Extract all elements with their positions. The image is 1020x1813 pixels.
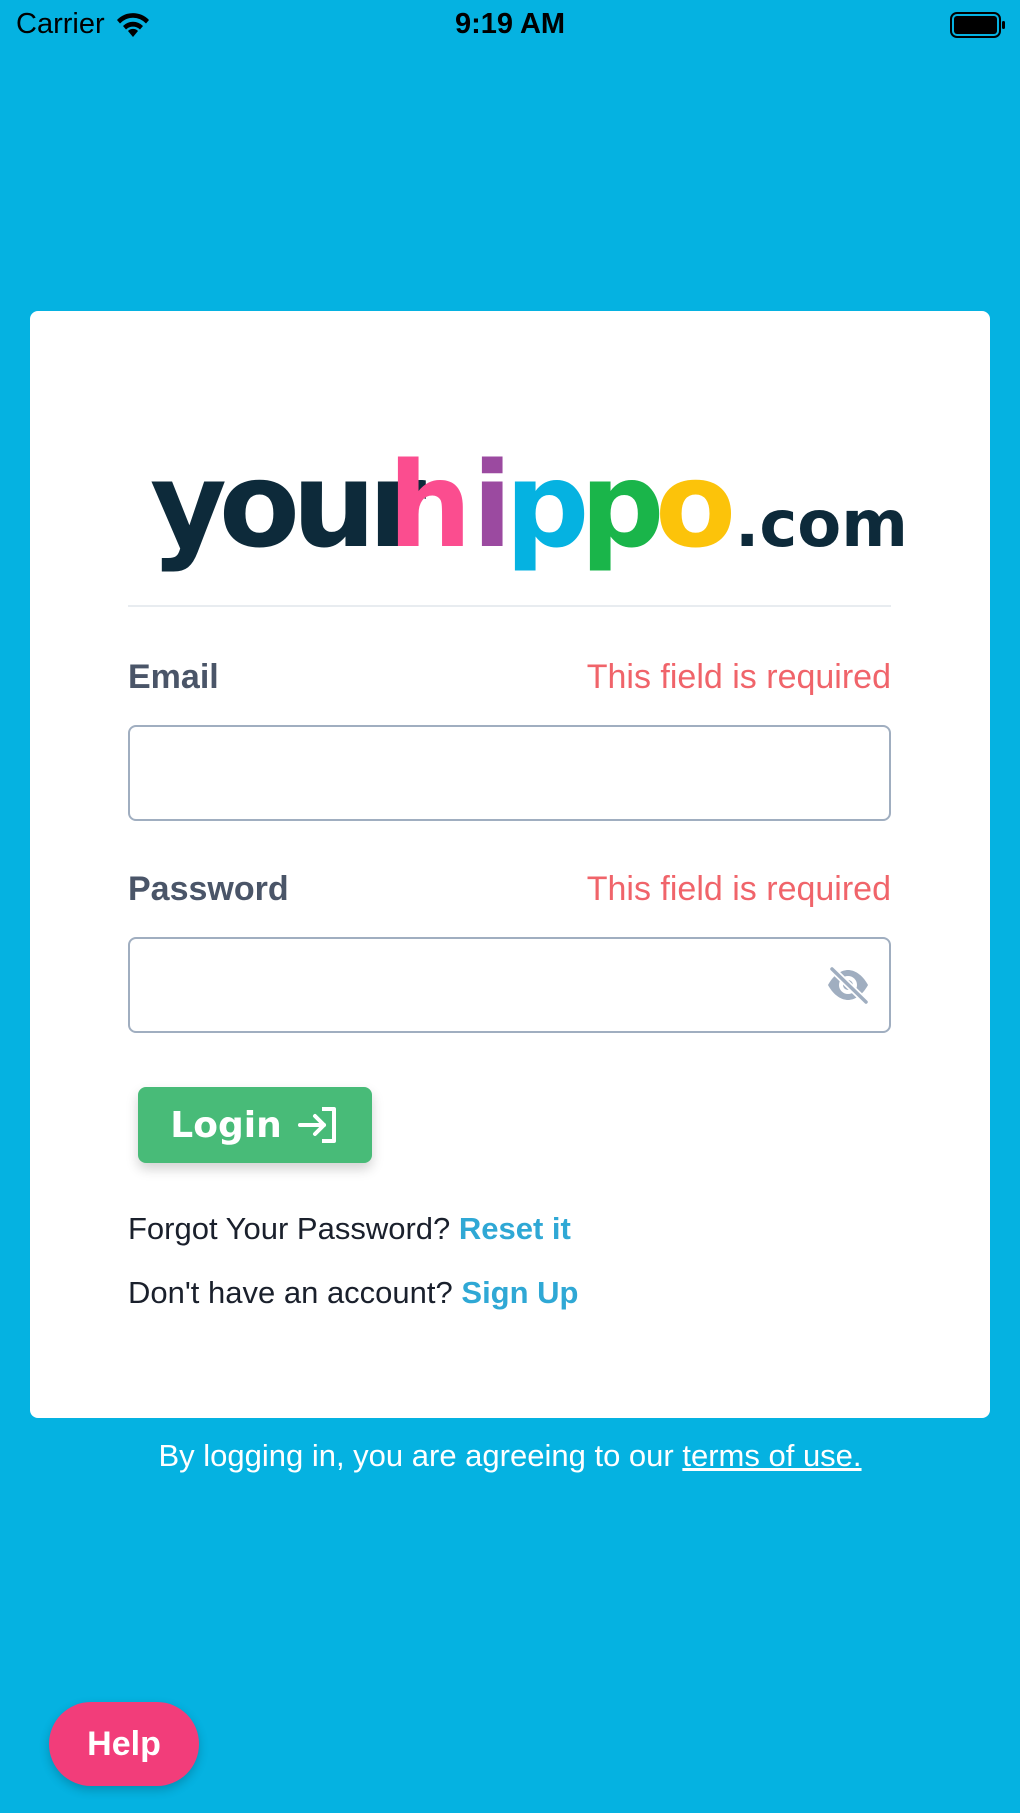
battery-icon <box>950 12 1005 38</box>
login-card: your h i p p o .com Email This field is … <box>30 311 990 1418</box>
help-button-label: Help <box>87 1724 161 1763</box>
signup-line: Don't have an account? Sign Up <box>128 1275 579 1311</box>
yourhippo-logo: your h i p p o .com <box>150 436 908 574</box>
login-button-label: Login <box>170 1104 282 1146</box>
forgot-password-line: Forgot Your Password? Reset it <box>128 1211 571 1247</box>
email-field[interactable] <box>128 725 891 821</box>
logo-h: h <box>388 436 472 574</box>
signup-link[interactable]: Sign Up <box>461 1275 578 1310</box>
logo-o: o <box>655 436 736 574</box>
email-label: Email <box>128 657 219 696</box>
email-error: This field is required <box>586 657 891 696</box>
logo-p1: p <box>505 436 589 574</box>
forgot-password-text: Forgot Your Password? <box>128 1211 451 1246</box>
login-screen: Carrier 9:19 AM your h i p p o .com Emai… <box>0 0 1020 1813</box>
login-button[interactable]: Login <box>138 1087 372 1163</box>
terms-of-use-link[interactable]: terms of use. <box>682 1438 861 1473</box>
eye-slash-icon[interactable] <box>824 965 872 1005</box>
logo-divider <box>128 605 891 607</box>
logo-p2: p <box>580 436 664 574</box>
clock: 9:19 AM <box>454 8 566 40</box>
password-label: Password <box>128 869 289 908</box>
help-button[interactable]: Help <box>49 1702 199 1786</box>
email-label-row: Email This field is required <box>128 655 891 699</box>
terms-notice: By logging in, you are agreeing to our t… <box>0 1438 1020 1474</box>
reset-password-link[interactable]: Reset it <box>459 1211 571 1246</box>
logo-your: your <box>150 436 426 574</box>
sign-in-icon <box>297 1107 336 1143</box>
password-error: This field is required <box>586 869 891 908</box>
status-bar: Carrier 9:19 AM <box>0 0 1020 52</box>
password-label-row: Password This field is required <box>128 867 891 911</box>
terms-text: By logging in, you are agreeing to our <box>158 1438 674 1473</box>
password-field[interactable] <box>128 937 891 1033</box>
logo-com: .com <box>735 488 908 562</box>
signup-text: Don't have an account? <box>128 1275 453 1310</box>
